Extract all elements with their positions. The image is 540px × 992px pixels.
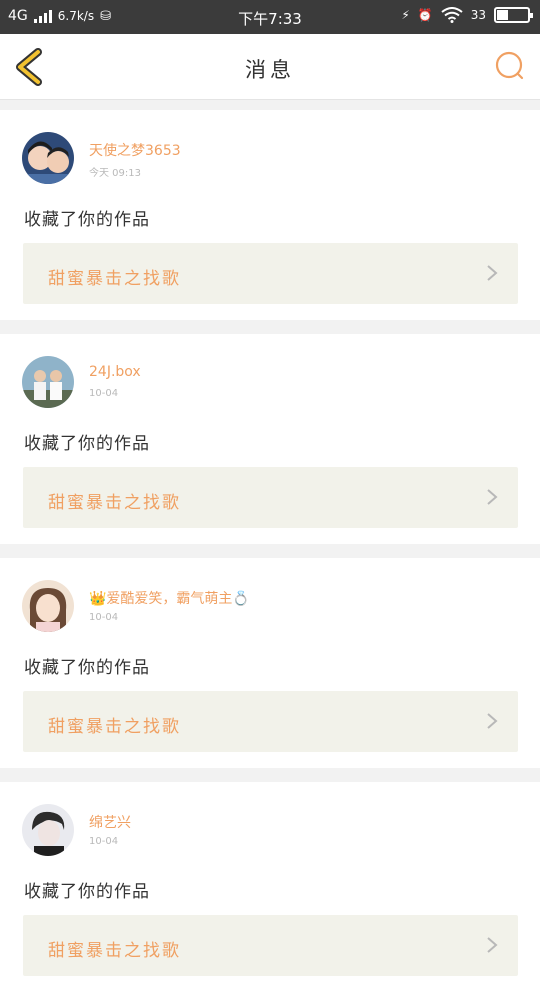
avatar[interactable] — [22, 132, 74, 184]
battery-icon — [494, 7, 533, 23]
message-card: 👑爱酷爱笑，霸气萌主💍 10-04 收藏了你的作品 甜蜜暴击之找歌 — [0, 558, 540, 768]
alarm-icon: ⏰ — [417, 8, 433, 22]
username[interactable]: 👑爱酷爱笑，霸气萌主💍 — [89, 588, 250, 608]
status-right: ⚡ ⏰ 33 — [401, 7, 533, 23]
message-time: 10-04 — [89, 388, 119, 399]
message-card: 24J.box 10-04 收藏了你的作品 甜蜜暴击之找歌 — [0, 334, 540, 544]
action-text: 收藏了你的作品 — [24, 210, 150, 230]
chevron-right-icon — [487, 489, 498, 505]
message-card: 天使之梦3653 今天 09:13 收藏了你的作品 甜蜜暴击之找歌 — [0, 110, 540, 320]
nav-bar: 消息 — [0, 34, 540, 100]
avatar[interactable] — [22, 580, 74, 632]
message-time: 10-04 — [89, 612, 119, 623]
work-link[interactable]: 甜蜜暴击之找歌 — [23, 691, 518, 752]
status-bar: 4G 6.7k/s ⛁ 下午7:33 ⚡ ⏰ 33 — [0, 0, 540, 34]
work-title: 甜蜜暴击之找歌 — [48, 269, 181, 289]
avatar[interactable] — [22, 804, 74, 856]
chevron-right-icon — [487, 713, 498, 729]
search-icon[interactable] — [494, 50, 526, 82]
battery-level — [497, 10, 508, 20]
page-title: 消息 — [245, 58, 295, 82]
username[interactable]: 天使之梦3653 — [89, 140, 181, 160]
work-link[interactable]: 甜蜜暴击之找歌 — [23, 915, 518, 976]
message-time: 今天 09:13 — [89, 168, 141, 179]
avatar[interactable] — [22, 356, 74, 408]
action-text: 收藏了你的作品 — [24, 882, 150, 902]
charging-icon: ⚡ — [401, 8, 410, 22]
chevron-right-icon — [487, 265, 498, 281]
action-text: 收藏了你的作品 — [24, 434, 150, 454]
work-title: 甜蜜暴击之找歌 — [48, 493, 181, 513]
message-time: 10-04 — [89, 836, 119, 847]
work-title: 甜蜜暴击之找歌 — [48, 717, 181, 737]
username[interactable]: 绵艺兴 — [89, 812, 131, 832]
username[interactable]: 24J.box — [89, 364, 141, 380]
battery-percent: 33 — [470, 8, 486, 22]
chevron-right-icon — [487, 937, 498, 953]
message-card: 绵艺兴 10-04 收藏了你的作品 甜蜜暴击之找歌 — [0, 782, 540, 992]
work-title: 甜蜜暴击之找歌 — [48, 941, 181, 961]
action-text: 收藏了你的作品 — [24, 658, 150, 678]
work-link[interactable]: 甜蜜暴击之找歌 — [23, 467, 518, 528]
wifi-icon — [441, 7, 463, 23]
work-link[interactable]: 甜蜜暴击之找歌 — [23, 243, 518, 304]
